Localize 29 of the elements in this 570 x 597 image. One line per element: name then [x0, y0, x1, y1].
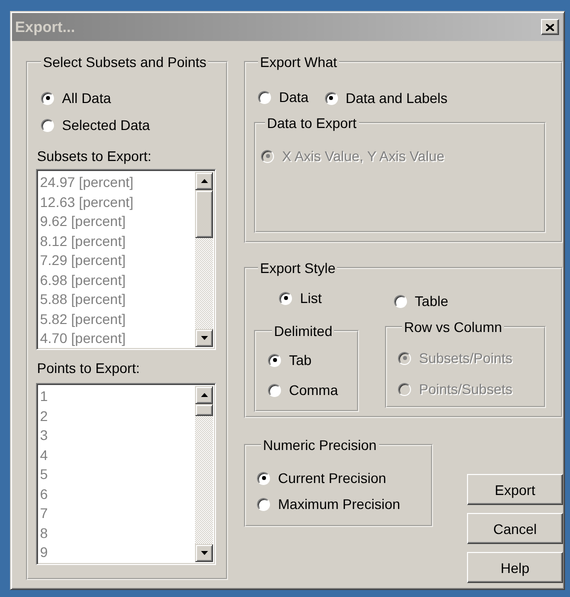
field-label: Subsets to Export:	[37, 147, 152, 165]
group-label: Export Style	[259, 260, 336, 276]
radio-button[interactable]: Data	[258, 87, 309, 107]
radio-button[interactable]: Comma	[268, 380, 338, 400]
radio-button[interactable]: Data and Labels	[324, 88, 448, 108]
close-button[interactable]	[541, 19, 559, 35]
down-arrow-icon	[200, 551, 208, 555]
group-label: Numeric Precision	[262, 437, 378, 453]
group-label: Data to Export	[266, 115, 358, 131]
group-label: Select Subsets and Points	[42, 54, 208, 70]
up-arrow-icon	[200, 179, 208, 183]
radio-button[interactable]: All Data	[41, 88, 112, 108]
group-label: Export What	[259, 54, 338, 70]
group-label: Delimited	[273, 323, 334, 339]
window-title: Export...	[15, 18, 76, 36]
dialog-button[interactable]: Help	[467, 552, 563, 583]
radio-button[interactable]: Tab	[268, 350, 312, 370]
dialog-button[interactable]: Cancel	[467, 513, 563, 544]
radio-button[interactable]: List	[279, 288, 322, 308]
up-arrow-icon	[200, 393, 208, 397]
radio-button[interactable]: Selected Data	[41, 115, 150, 135]
dialog-button[interactable]: Export	[467, 474, 563, 505]
radio-button[interactable]: Current Precision	[257, 468, 386, 488]
radio-button[interactable]: Maximum Precision	[257, 494, 400, 514]
radio-button[interactable]: Table	[394, 291, 448, 311]
down-arrow-icon	[200, 336, 208, 340]
field-label: Points to Export:	[37, 359, 141, 377]
group-label: Row vs Column	[403, 319, 504, 335]
close-icon	[546, 24, 554, 30]
